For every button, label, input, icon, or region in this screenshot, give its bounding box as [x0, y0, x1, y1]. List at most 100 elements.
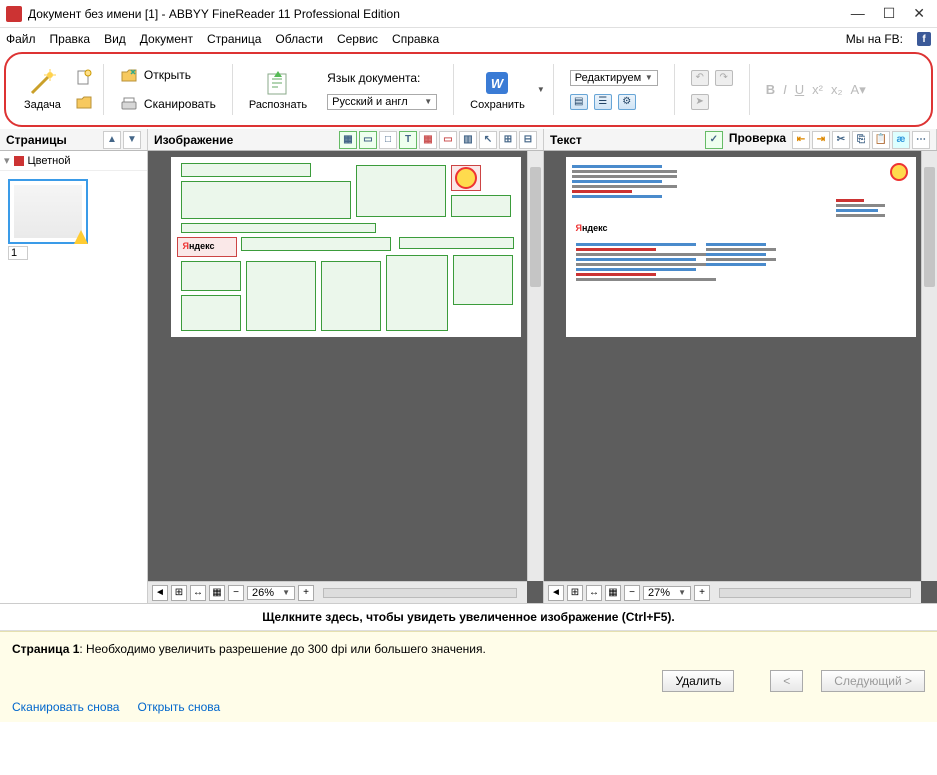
add-area-icon[interactable]: ⊞: [499, 131, 517, 149]
layout-icon-1[interactable]: ▤: [570, 94, 588, 110]
page-text[interactable]: ЯЯндексндекс: [566, 157, 916, 337]
recognize-label: Распознать: [249, 99, 307, 111]
image-pane: Яндекс ◄ ⊞ ↔ ▦ − 26% ▼ +: [148, 151, 544, 603]
open-label: Открыть: [144, 68, 191, 82]
scan-button[interactable]: Сканировать: [120, 92, 216, 116]
fit-page-icon[interactable]: ⊞: [567, 585, 583, 601]
area-recognize-icon[interactable]: ▦: [339, 131, 357, 149]
image-zoom-select[interactable]: 26% ▼: [247, 586, 295, 600]
menu-view[interactable]: Вид: [104, 32, 126, 46]
redo-button[interactable]: ↷: [715, 70, 733, 86]
new-doc-icon[interactable]: [75, 69, 93, 87]
image-vscroll[interactable]: [527, 151, 543, 581]
menu-help[interactable]: Справка: [392, 32, 439, 46]
warning-page-label: Страница 1: [12, 642, 79, 656]
zoom-out-icon[interactable]: −: [228, 585, 244, 601]
delete-button[interactable]: Удалить: [662, 670, 734, 692]
subscript-button[interactable]: x₂: [831, 82, 843, 97]
maximize-button[interactable]: ☐: [883, 5, 896, 22]
underline-button[interactable]: U: [795, 82, 804, 97]
options-icon[interactable]: ⋯: [912, 131, 930, 149]
hint-bar[interactable]: Щелкните здесь, чтобы увидеть увеличенно…: [0, 603, 937, 631]
page-thumbnail[interactable]: [8, 179, 88, 244]
next-button[interactable]: Следующий >: [821, 670, 925, 692]
grid-icon[interactable]: ▦: [209, 585, 225, 601]
special-char-icon[interactable]: æ: [892, 131, 910, 149]
pages-pane: ▾ Цветной 1: [0, 151, 148, 603]
save-dropdown-icon[interactable]: ▼: [537, 85, 545, 94]
recognize-icon: [264, 69, 292, 97]
nav-first-icon[interactable]: ◄: [548, 585, 564, 601]
page-image[interactable]: Яндекс: [171, 157, 521, 337]
fit-page-icon[interactable]: ⊞: [171, 585, 187, 601]
save-button[interactable]: W Сохранить: [462, 60, 533, 119]
menu-document[interactable]: Документ: [140, 32, 193, 46]
layout-icon-3[interactable]: ⚙: [618, 94, 636, 110]
menu-areas[interactable]: Области: [275, 32, 323, 46]
image-doc-area[interactable]: Яндекс: [148, 151, 543, 603]
superscript-button[interactable]: x²: [812, 82, 823, 97]
color-mode-label[interactable]: Цветной: [28, 155, 71, 167]
text-label: Текст: [550, 133, 582, 147]
fit-width-icon[interactable]: ↔: [190, 585, 206, 601]
collapse-icon[interactable]: ▾: [4, 154, 10, 167]
prev-error-icon[interactable]: ⇤: [792, 131, 810, 149]
task-button[interactable]: Задача: [16, 60, 69, 119]
italic-button[interactable]: I: [783, 82, 787, 97]
window-controls: — ☐ ✕: [851, 5, 931, 22]
text-zoom-select[interactable]: 27% ▼: [643, 586, 691, 600]
minimize-button[interactable]: —: [851, 5, 865, 22]
check-icon[interactable]: ✓: [705, 131, 723, 149]
zoom-out-icon[interactable]: −: [624, 585, 640, 601]
cut-icon[interactable]: ✂: [832, 131, 850, 149]
language-select[interactable]: Русский и англ ▼: [327, 94, 437, 110]
zoom-in-icon[interactable]: +: [298, 585, 314, 601]
paste-icon[interactable]: 📋: [872, 131, 890, 149]
mode-select[interactable]: Редактируем ▼: [570, 70, 658, 86]
zoom-in-icon[interactable]: +: [694, 585, 710, 601]
thumbnail-number[interactable]: 1: [8, 246, 28, 260]
open-button[interactable]: Открыть: [120, 63, 191, 87]
next-error-icon[interactable]: ⇥: [812, 131, 830, 149]
bold-button[interactable]: B: [766, 82, 775, 97]
nav-first-icon[interactable]: ◄: [152, 585, 168, 601]
chevron-down-icon: ▼: [645, 73, 653, 82]
hint-text: Щелкните здесь, чтобы увидеть увеличенно…: [262, 610, 675, 624]
scan-again-link[interactable]: Сканировать снова: [12, 700, 119, 714]
send-button[interactable]: ➤: [691, 94, 709, 110]
warning-text: : Необходимо увеличить разрешение до 300…: [79, 642, 485, 656]
page-up-icon[interactable]: ▲: [103, 131, 121, 149]
recognize-button[interactable]: Распознать: [241, 60, 315, 119]
menu-file[interactable]: Файл: [6, 32, 36, 46]
pointer-icon[interactable]: ↖: [479, 131, 497, 149]
open-doc-icon[interactable]: [75, 93, 93, 111]
warning-message: Страница 1: Необходимо увеличить разреше…: [12, 642, 925, 656]
text-vscroll[interactable]: [921, 151, 937, 581]
fit-width-icon[interactable]: ↔: [586, 585, 602, 601]
font-style-button[interactable]: A▾: [851, 82, 866, 98]
check-label[interactable]: Проверка: [725, 131, 790, 149]
prev-button[interactable]: <: [770, 670, 803, 692]
grid-icon[interactable]: ▦: [605, 585, 621, 601]
facebook-icon[interactable]: f: [917, 32, 931, 46]
area-text-icon[interactable]: ▭: [359, 131, 377, 149]
svg-text:W: W: [491, 76, 505, 91]
copy-icon[interactable]: ⎘: [852, 131, 870, 149]
area-bg-icon[interactable]: ▥: [459, 131, 477, 149]
page-down-icon[interactable]: ▼: [123, 131, 141, 149]
scan-label: Сканировать: [144, 97, 216, 111]
area-t-icon[interactable]: T: [399, 131, 417, 149]
menu-service[interactable]: Сервис: [337, 32, 378, 46]
area-rect-icon[interactable]: □: [379, 131, 397, 149]
layout-icon-2[interactable]: ☰: [594, 94, 612, 110]
remove-area-icon[interactable]: ⊟: [519, 131, 537, 149]
text-doc-area[interactable]: ЯЯндексндекс: [544, 151, 937, 603]
area-pic-icon[interactable]: ▭: [439, 131, 457, 149]
open-again-link[interactable]: Открыть снова: [137, 700, 220, 714]
menu-edit[interactable]: Правка: [50, 32, 91, 46]
lang-label: Язык документа:: [327, 71, 420, 85]
close-button[interactable]: ✕: [913, 5, 925, 22]
undo-button[interactable]: ↶: [691, 70, 709, 86]
menu-page[interactable]: Страница: [207, 32, 261, 46]
area-table-icon[interactable]: ▦: [419, 131, 437, 149]
